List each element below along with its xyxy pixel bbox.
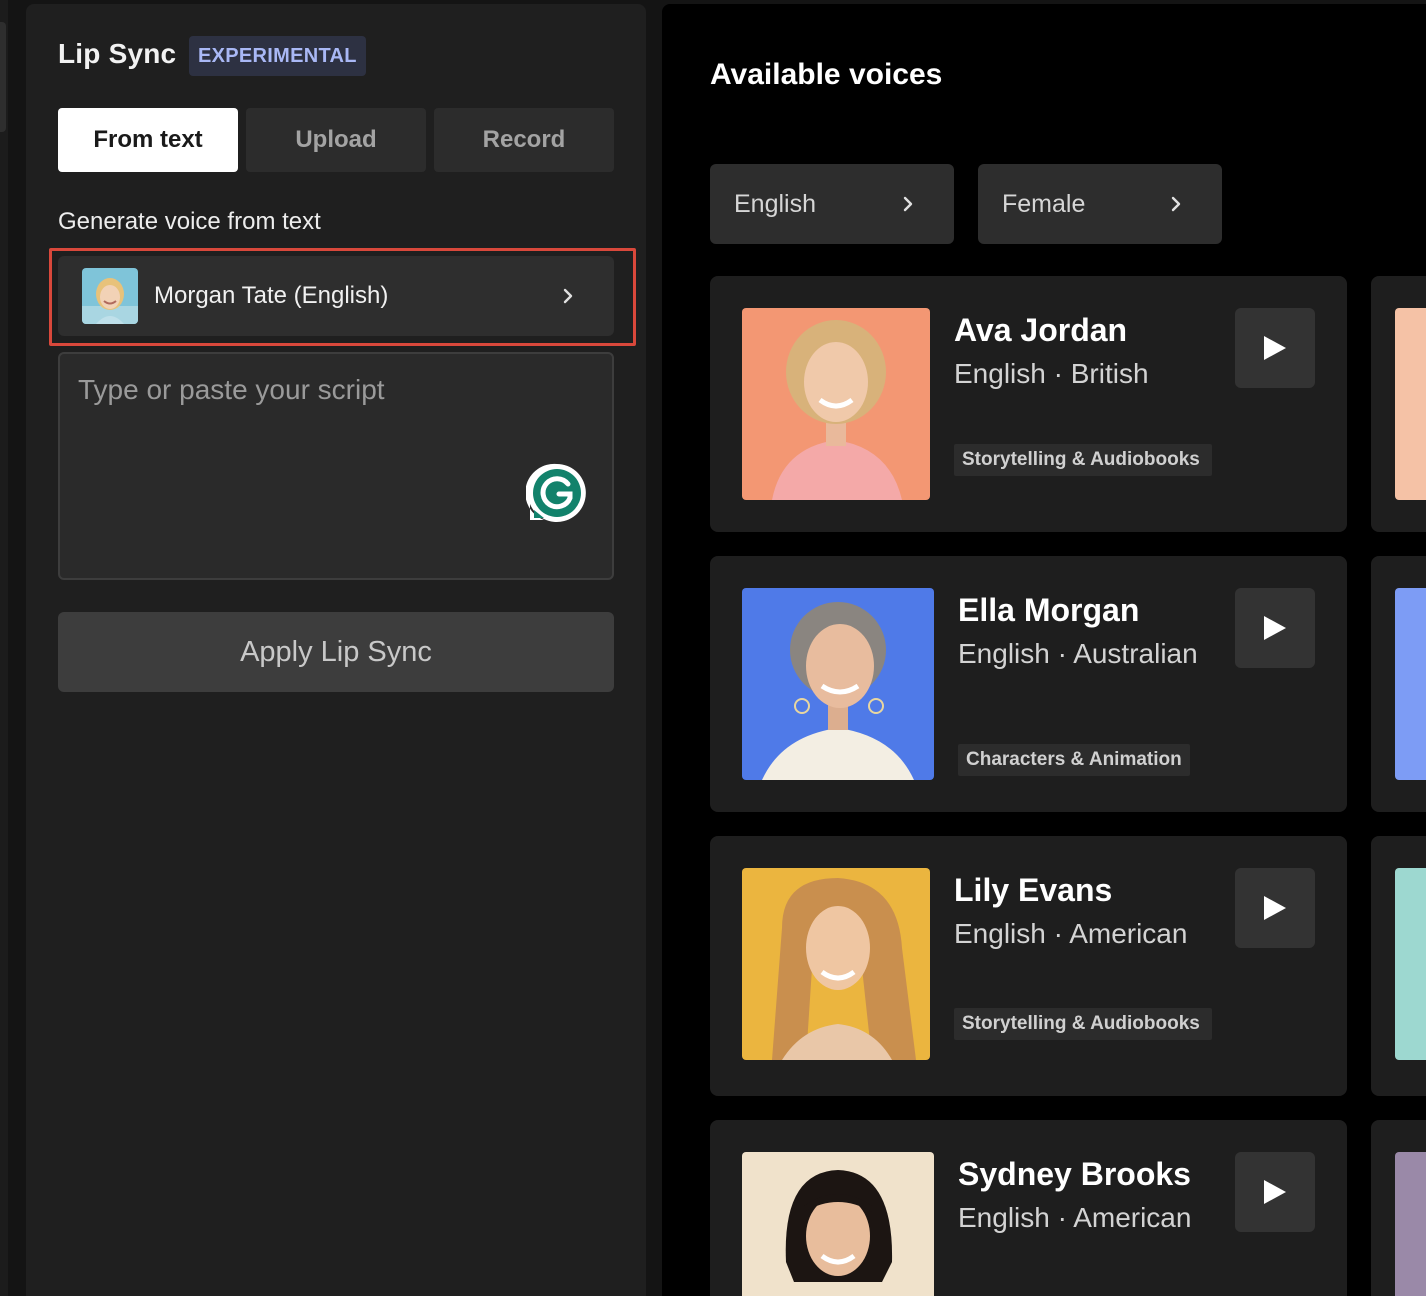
voice-language: English <box>954 358 1046 389</box>
voice-accent: American <box>1073 1202 1192 1233</box>
voice-accent: British <box>1070 358 1149 389</box>
voice-name: Ella Morgan <box>958 592 1140 628</box>
section-label: Generate voice from text <box>58 208 321 235</box>
grammarly-icon[interactable] <box>525 462 588 524</box>
play-button[interactable] <box>1235 868 1315 948</box>
voice-portrait <box>742 308 930 500</box>
voice-card[interactable]: Sydney Brooks English · American <box>710 1120 1347 1296</box>
play-icon <box>1264 336 1286 360</box>
voice-portrait-peek <box>1395 1152 1426 1296</box>
voices-panel: Available voices English Female Ava Jord… <box>662 4 1426 1296</box>
panel-title: Lip Sync <box>58 38 177 69</box>
voice-card[interactable]: Ava Jordan English · British Storytellin… <box>710 276 1347 532</box>
chevron-right-icon <box>563 288 573 304</box>
voice-name: Ava Jordan <box>954 312 1128 348</box>
voice-portrait <box>742 588 934 780</box>
voice-card-peek[interactable] <box>1371 836 1426 1096</box>
voice-card[interactable]: Lily Evans English · American Storytelli… <box>710 836 1347 1096</box>
voice-meta: English · American <box>958 1202 1192 1233</box>
play-icon <box>1264 1180 1286 1204</box>
voice-tag: Storytelling & Audiobooks <box>954 444 1212 476</box>
selected-voice-avatar <box>82 268 138 324</box>
voice-portrait-peek <box>1395 308 1426 500</box>
voice-name: Lily Evans <box>954 872 1113 908</box>
voice-language: English <box>958 1202 1050 1233</box>
voice-accent: American <box>1069 918 1188 949</box>
voice-meta: English · American <box>954 918 1188 949</box>
voice-card-peek[interactable] <box>1371 276 1426 532</box>
play-button[interactable] <box>1235 1152 1315 1232</box>
chevron-right-icon <box>903 196 913 212</box>
chevron-right-icon <box>1171 196 1181 212</box>
voice-portrait <box>742 868 930 1060</box>
voice-name: Sydney Brooks <box>958 1156 1191 1192</box>
gender-filter[interactable]: Female <box>978 164 1222 244</box>
voice-card[interactable]: Ella Morgan English · Australian Charact… <box>710 556 1347 812</box>
voice-portrait-peek <box>1395 588 1426 780</box>
apply-lip-sync-button[interactable]: Apply Lip Sync <box>58 612 614 692</box>
app-root: Lip Sync EXPERIMENTAL From text Upload R… <box>0 0 1426 1296</box>
edge-handle[interactable] <box>0 22 6 132</box>
voice-tag: Characters & Animation <box>958 744 1190 776</box>
voice-language: English <box>958 638 1050 669</box>
source-tabs: From text Upload Record <box>58 108 614 172</box>
voices-title: Available voices <box>710 58 943 91</box>
play-icon <box>1264 896 1286 920</box>
voice-portrait-peek <box>1395 868 1426 1060</box>
voice-language: English <box>954 918 1046 949</box>
voice-tag: Storytelling & Audiobooks <box>954 1008 1212 1040</box>
selected-voice-label: Morgan Tate (English) <box>154 282 389 309</box>
play-button[interactable] <box>1235 308 1315 388</box>
experimental-badge: EXPERIMENTAL <box>189 36 366 76</box>
voice-meta: English · British <box>954 358 1149 389</box>
tab-record[interactable]: Record <box>434 108 614 172</box>
voice-meta: English · Australian <box>958 638 1198 669</box>
voice-portrait <box>742 1152 934 1296</box>
gender-filter-label: Female <box>1002 189 1086 218</box>
lip-sync-panel: Lip Sync EXPERIMENTAL From text Upload R… <box>26 4 646 1296</box>
voice-card-peek[interactable] <box>1371 1120 1426 1296</box>
play-button[interactable] <box>1235 588 1315 668</box>
tab-from-text[interactable]: From text <box>58 108 238 172</box>
tab-upload[interactable]: Upload <box>246 108 426 172</box>
language-filter[interactable]: English <box>710 164 954 244</box>
play-icon <box>1264 616 1286 640</box>
left-edge-strip <box>0 0 8 1296</box>
voice-card-peek[interactable] <box>1371 556 1426 812</box>
language-filter-label: English <box>734 189 816 218</box>
voice-selector[interactable]: Morgan Tate (English) <box>58 256 614 336</box>
voice-accent: Australian <box>1073 638 1198 669</box>
